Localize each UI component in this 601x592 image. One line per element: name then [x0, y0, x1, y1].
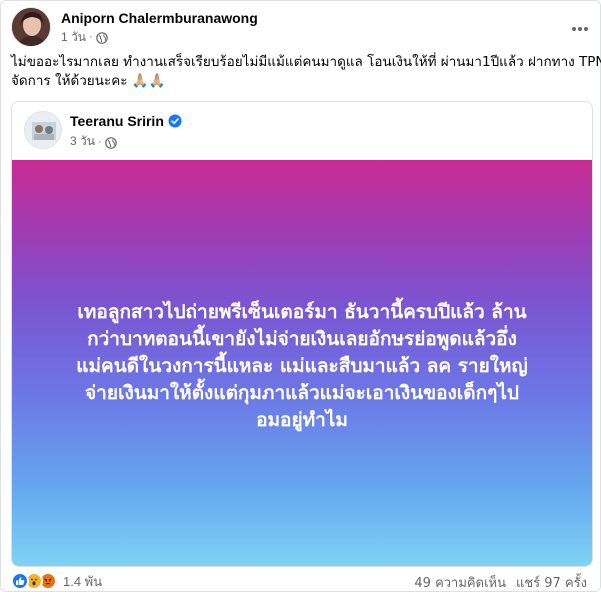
meta-separator: ·	[88, 31, 93, 43]
more-options-button[interactable]	[565, 13, 595, 43]
caption-line: ไม่ขออะไรมากเลย ทำงานเสร็จเรียบร้อยไม่มี…	[11, 54, 601, 70]
globe-icon	[104, 136, 117, 149]
banner-line: แม่คนดีในวงการนี้แหละ แม่และสืบมาแล้ว ลค…	[76, 355, 528, 377]
banner-line: จ่ายเงินมาให้ตั้งแต่กุมภาแล้วแม่จะเอาเงิ…	[85, 382, 519, 404]
shared-post-time[interactable]: 3 วัน	[70, 132, 95, 151]
share-count[interactable]: แชร์ 97 ครั้ง	[516, 572, 587, 592]
verified-icon	[168, 114, 182, 128]
banner-text: เทอลูกสาวไปถ่ายพรีเซ็นเตอร์มา ธันวานี้คร…	[32, 299, 572, 434]
shared-name-row: Teeranu Sririn	[70, 113, 182, 129]
banner-line: อมอยู่ทำไม	[256, 409, 348, 431]
post-card: Aniporn Chalermburanawong 1 วัน · ไม่ขออ…	[0, 0, 601, 592]
caption-line: จัดการ ให้ด้วยนะคะ 🙏🏼🙏🏼	[11, 73, 166, 89]
reaction-count[interactable]: 1.4 พัน	[63, 571, 102, 592]
post-header: Aniporn Chalermburanawong 1 วัน ·	[11, 7, 595, 47]
text-banner[interactable]: เทอลูกสาวไปถ่ายพรีเซ็นเตอร์มา ธันวานี้คร…	[12, 160, 592, 566]
shared-post-meta: 3 วัน ·	[70, 132, 117, 151]
banner-line: กว่าบาทตอนนี้เขายังไม่จ่ายเงินเลยอักษรย่…	[87, 328, 517, 350]
comment-count[interactable]: 49 ความคิดเห็น	[414, 572, 506, 592]
post-meta: 1 วัน ·	[61, 29, 108, 45]
meta-separator: ·	[97, 135, 102, 148]
more-options-icon	[571, 19, 589, 37]
globe-icon	[95, 31, 108, 44]
post-footer: 1.4 พัน 49 ความคิดเห็น แชร์ 97 ครั้ง	[11, 571, 593, 591]
banner-line: เทอลูกสาวไปถ่ายพรีเซ็นเตอร์มา ธันวานี้คร…	[77, 301, 527, 323]
reactions-summary[interactable]: 1.4 พัน	[11, 571, 102, 591]
shared-author-avatar[interactable]	[24, 111, 62, 149]
author-avatar[interactable]	[11, 7, 51, 47]
author-name[interactable]: Aniporn Chalermburanawong	[61, 10, 258, 26]
shared-author-name[interactable]: Teeranu Sririn	[70, 113, 164, 129]
post-caption: ไม่ขออะไรมากเลย ทำงานเสร็จเรียบร้อยไม่มี…	[11, 53, 601, 91]
like-icon	[11, 572, 29, 590]
shared-post-header: Teeranu Sririn 3 วัน ·	[12, 102, 592, 160]
post-time[interactable]: 1 วัน	[61, 28, 86, 47]
shared-post[interactable]: Teeranu Sririn 3 วัน · เทอลูกสาวไปถ่ายพร…	[11, 101, 593, 567]
engagement-stats: 49 ความคิดเห็น แชร์ 97 ครั้ง	[414, 572, 587, 592]
